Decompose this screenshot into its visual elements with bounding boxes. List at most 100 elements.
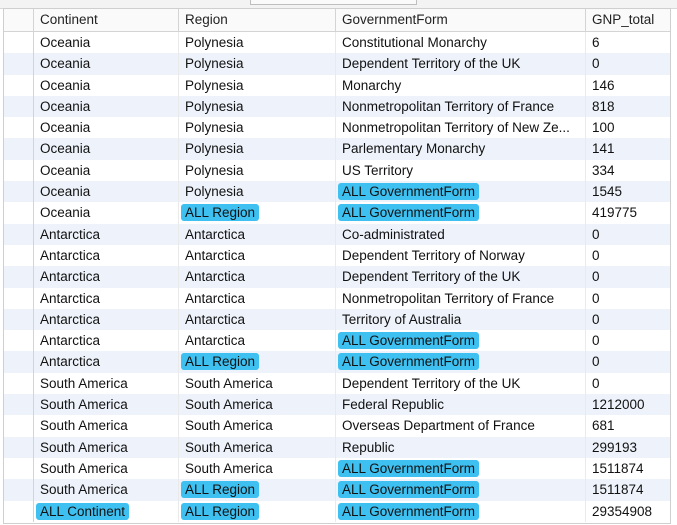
cell-governmentform[interactable]: Nonmetropolitan Territory of France xyxy=(336,287,586,309)
cell-gnp-total[interactable]: 1212000 xyxy=(586,394,670,415)
table-row[interactable]: Oceania Polynesia Monarchy 146 xyxy=(4,74,670,96)
cell-gnp-total[interactable]: 0 xyxy=(586,245,670,266)
cell-gnp-total[interactable]: 0 xyxy=(586,351,670,372)
row-selector[interactable] xyxy=(4,394,34,416)
cell-continent[interactable]: Oceania xyxy=(34,95,179,118)
table-row[interactable]: Antarctica Antarctica Dependent Territory … xyxy=(4,244,670,267)
row-selector[interactable] xyxy=(4,74,34,96)
cell-continent[interactable]: South America xyxy=(34,436,179,458)
cell-governmentform[interactable]: Dependent Territory of the UK xyxy=(336,266,586,288)
cell-gnp-total[interactable]: 334 xyxy=(586,160,670,181)
table-row[interactable]: South America South America Overseas Depar… xyxy=(4,415,670,437)
cell-gnp-total[interactable]: 299193 xyxy=(586,437,670,458)
cell-governmentform[interactable]: ALL GovernmentForm xyxy=(336,351,586,373)
cell-region[interactable]: Polynesia xyxy=(179,95,336,118)
row-selector[interactable] xyxy=(4,436,34,458)
cell-governmentform[interactable]: Co-administrated xyxy=(336,223,586,245)
cell-region[interactable]: South America xyxy=(179,394,336,416)
cell-gnp-total[interactable]: 0 xyxy=(586,266,670,287)
cell-continent[interactable]: Oceania xyxy=(34,181,179,203)
cell-gnp-total[interactable]: 29354908 xyxy=(586,501,670,522)
cell-region[interactable]: ALL Region xyxy=(179,202,336,224)
cell-region[interactable]: Antarctica xyxy=(179,244,336,267)
cell-region[interactable]: Polynesia xyxy=(179,159,336,182)
cell-gnp-total[interactable]: 419775 xyxy=(586,202,670,223)
cell-gnp-total[interactable]: 146 xyxy=(586,75,670,96)
cell-gnp-total[interactable]: 6 xyxy=(586,32,670,53)
column-header-governmentform[interactable]: GovernmentForm xyxy=(336,9,586,31)
cell-region[interactable]: ALL Region xyxy=(179,351,336,373)
cell-gnp-total[interactable]: 1545 xyxy=(586,181,670,202)
table-row[interactable]: Oceania ALL Region ALL GovernmentForm 41977… xyxy=(4,202,670,224)
cell-governmentform[interactable]: ALL GovernmentForm xyxy=(336,181,586,203)
cell-governmentform[interactable]: Federal Republic xyxy=(336,394,586,416)
cell-region[interactable]: Antarctica xyxy=(179,308,336,331)
table-row[interactable]: Oceania Polynesia ALL GovernmentForm 1545 xyxy=(4,181,670,203)
table-row[interactable]: Antarctica Antarctica ALL GovernmentForm 0 xyxy=(4,330,670,352)
cell-continent[interactable]: ALL Continent xyxy=(34,500,179,522)
row-selector[interactable] xyxy=(4,266,34,288)
cell-governmentform[interactable]: ALL GovernmentForm xyxy=(336,500,586,522)
table-row[interactable]: Oceania Polynesia Nonmetropolitan Territor… xyxy=(4,95,670,118)
table-row[interactable]: Oceania Polynesia Dependent Territory of t… xyxy=(4,53,670,75)
cell-continent[interactable]: Antarctica xyxy=(34,351,179,373)
cell-continent[interactable]: South America xyxy=(34,372,179,395)
row-selector[interactable] xyxy=(4,117,34,139)
cell-governmentform[interactable]: Dependent Territory of Norway xyxy=(336,244,586,267)
cell-continent[interactable]: Antarctica xyxy=(34,223,179,245)
cell-region[interactable]: Polynesia xyxy=(179,117,336,139)
column-header-gnp-total[interactable]: GNP_total xyxy=(586,9,670,31)
cell-governmentform[interactable]: US Territory xyxy=(336,159,586,182)
cell-continent[interactable]: South America xyxy=(34,415,179,437)
table-row[interactable]: Antarctica Antarctica Dependent Territory … xyxy=(4,266,670,288)
cell-continent[interactable]: Antarctica xyxy=(34,244,179,267)
row-selector[interactable] xyxy=(4,330,34,352)
cell-governmentform[interactable]: Nonmetropolitan Territory of France xyxy=(336,95,586,118)
cell-continent[interactable]: Antarctica xyxy=(34,308,179,331)
cell-continent[interactable]: Oceania xyxy=(34,74,179,96)
cell-governmentform[interactable]: Dependent Territory of the UK xyxy=(336,53,586,75)
cell-governmentform[interactable]: ALL GovernmentForm xyxy=(336,330,586,352)
cell-region[interactable]: Antarctica xyxy=(179,223,336,245)
cell-gnp-total[interactable]: 0 xyxy=(586,330,670,351)
cell-continent[interactable]: Oceania xyxy=(34,202,179,224)
cell-region[interactable]: Polynesia xyxy=(179,138,336,160)
cell-governmentform[interactable]: Dependent Territory of the UK xyxy=(336,372,586,395)
table-row[interactable]: South America South America ALL Government… xyxy=(4,457,670,480)
cell-gnp-total[interactable]: 0 xyxy=(586,53,670,74)
cell-gnp-total[interactable]: 100 xyxy=(586,117,670,138)
cell-gnp-total[interactable]: 0 xyxy=(586,373,670,394)
table-row[interactable]: Oceania Polynesia Nonmetropolitan Territor… xyxy=(4,117,670,139)
cell-region[interactable]: Antarctica xyxy=(179,287,336,309)
cell-continent[interactable]: Oceania xyxy=(34,32,179,54)
cell-continent[interactable]: South America xyxy=(34,394,179,416)
table-row[interactable]: Oceania Polynesia Parlementary Monarchy 141 xyxy=(4,138,670,160)
row-selector[interactable] xyxy=(4,500,34,522)
cell-region[interactable]: Polynesia xyxy=(179,181,336,203)
table-row[interactable]: Antarctica Antarctica Co-administrated 0 xyxy=(4,223,670,245)
cell-gnp-total[interactable]: 0 xyxy=(586,309,670,330)
table-row[interactable]: Antarctica ALL Region ALL GovernmentForm 0 xyxy=(4,351,670,373)
cell-governmentform[interactable]: Nonmetropolitan Territory of New Ze... xyxy=(336,117,586,139)
row-selector[interactable] xyxy=(4,223,34,245)
cell-gnp-total[interactable]: 818 xyxy=(586,96,670,117)
cell-region[interactable]: Polynesia xyxy=(179,74,336,96)
cell-region[interactable]: ALL Region xyxy=(179,479,336,501)
cell-region[interactable]: Antarctica xyxy=(179,330,336,352)
row-selector[interactable] xyxy=(4,415,34,437)
table-row[interactable]: South America South America Federal Republ… xyxy=(4,394,670,416)
row-selector[interactable] xyxy=(4,457,34,480)
cell-continent[interactable]: South America xyxy=(34,479,179,501)
cell-region[interactable]: Polynesia xyxy=(179,32,336,54)
cell-governmentform[interactable]: ALL GovernmentForm xyxy=(336,202,586,224)
cell-continent[interactable]: Antarctica xyxy=(34,266,179,288)
column-header-continent[interactable]: Continent xyxy=(34,9,179,31)
cell-gnp-total[interactable]: 0 xyxy=(586,288,670,309)
cell-gnp-total[interactable]: 141 xyxy=(586,138,670,159)
cell-continent[interactable]: Oceania xyxy=(34,53,179,75)
row-selector[interactable] xyxy=(4,202,34,224)
cell-governmentform[interactable]: Overseas Department of France xyxy=(336,415,586,437)
cell-region[interactable]: South America xyxy=(179,372,336,395)
cell-governmentform[interactable]: Territory of Australia xyxy=(336,308,586,331)
table-row[interactable]: Antarctica Antarctica Nonmetropolitan Terr… xyxy=(4,287,670,309)
